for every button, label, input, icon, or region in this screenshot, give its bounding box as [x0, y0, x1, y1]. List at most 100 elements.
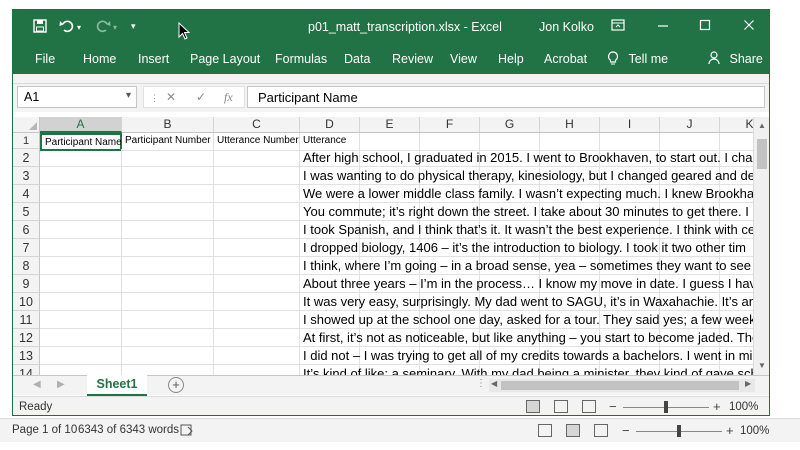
table-cell[interactable]: [214, 167, 300, 185]
tab-formulas[interactable]: Formulas: [275, 52, 327, 66]
tab-home[interactable]: Home: [83, 52, 116, 66]
utterance-cell[interactable]: After high school, I graduated in 2015. …: [300, 149, 753, 167]
utterance-cell[interactable]: It’s kind of like: a seminary. With my d…: [300, 365, 753, 375]
table-cell[interactable]: [40, 149, 122, 167]
vertical-scrollbar[interactable]: ▲ ▼: [753, 117, 769, 375]
formula-input[interactable]: Participant Name: [247, 86, 765, 108]
table-cell[interactable]: [40, 311, 122, 329]
proofing-icon[interactable]: [180, 423, 194, 440]
undo-dropdown-icon[interactable]: ▾: [77, 23, 81, 32]
ribbon-display-icon[interactable]: [608, 18, 628, 34]
table-cell[interactable]: [40, 329, 122, 347]
row-header[interactable]: 5: [13, 203, 40, 221]
cancel-entry-icon[interactable]: ✕: [166, 90, 176, 104]
table-cell[interactable]: [214, 221, 300, 239]
column-header-f[interactable]: F: [420, 117, 480, 133]
word-zoom-out-icon[interactable]: −: [622, 423, 630, 438]
zoom-level[interactable]: 100%: [729, 401, 758, 413]
table-cell[interactable]: [122, 311, 214, 329]
row-header[interactable]: 7: [13, 239, 40, 257]
close-icon[interactable]: [739, 18, 759, 34]
minimize-icon[interactable]: [653, 18, 673, 34]
utterance-cell[interactable]: I took Spanish, and I think that’s it. I…: [300, 221, 753, 239]
horizontal-scroll-thumb[interactable]: [501, 381, 739, 390]
split-handle-icon[interactable]: ⋮: [476, 378, 486, 389]
zoom-in-icon[interactable]: +: [713, 399, 721, 414]
column-header-b[interactable]: B: [122, 117, 214, 133]
table-cell[interactable]: [122, 167, 214, 185]
tab-page-layout[interactable]: Page Layout: [190, 52, 260, 66]
word-zoom-in-icon[interactable]: +: [726, 423, 734, 438]
table-cell[interactable]: [122, 203, 214, 221]
save-icon[interactable]: [33, 19, 47, 36]
maximize-icon[interactable]: [695, 18, 715, 34]
table-cell[interactable]: [214, 365, 300, 375]
vertical-scroll-thumb[interactable]: [757, 139, 767, 169]
name-box-dropdown-icon[interactable]: ▾: [126, 90, 131, 101]
row-header[interactable]: 4: [13, 185, 40, 203]
table-cell[interactable]: [122, 275, 214, 293]
tab-file[interactable]: File: [35, 52, 55, 66]
page-count[interactable]: Page 1 of 10: [12, 424, 77, 436]
word-zoom-slider-knob[interactable]: [677, 425, 681, 437]
table-cell[interactable]: [214, 347, 300, 365]
row-header[interactable]: 12: [13, 329, 40, 347]
table-cell[interactable]: [214, 293, 300, 311]
column-header-i[interactable]: I: [600, 117, 660, 133]
confirm-entry-icon[interactable]: ✓: [196, 90, 206, 104]
table-cell[interactable]: [122, 293, 214, 311]
table-cell[interactable]: [40, 257, 122, 275]
page-layout-view-icon[interactable]: [554, 400, 568, 413]
row-header[interactable]: 9: [13, 275, 40, 293]
user-name[interactable]: Jon Kolko: [539, 20, 594, 34]
utterance-cell[interactable]: I did not – I was trying to get all of m…: [300, 347, 752, 365]
zoom-slider-knob[interactable]: [664, 401, 668, 413]
table-cell[interactable]: [214, 257, 300, 275]
utterance-cell[interactable]: You commute; it’s right down the street.…: [300, 203, 749, 221]
row-header[interactable]: 10: [13, 293, 40, 311]
table-cell[interactable]: [40, 185, 122, 203]
column-header-g[interactable]: G: [480, 117, 540, 133]
table-cell[interactable]: [214, 329, 300, 347]
print-layout-icon[interactable]: [566, 424, 580, 437]
column-header-k[interactable]: K: [720, 117, 753, 133]
row-header[interactable]: 13: [13, 347, 40, 365]
insert-function-icon[interactable]: fx: [224, 90, 233, 105]
scroll-down-icon[interactable]: ▼: [758, 361, 766, 370]
table-cell[interactable]: [40, 293, 122, 311]
row-header[interactable]: 2: [13, 149, 40, 167]
row-header[interactable]: 14: [13, 365, 40, 375]
row-header[interactable]: 11: [13, 311, 40, 329]
column-header-d[interactable]: D: [300, 117, 360, 133]
table-cell[interactable]: [214, 185, 300, 203]
tab-view[interactable]: View: [450, 52, 477, 66]
name-box[interactable]: A1 ▾: [17, 86, 137, 108]
utterance-cell[interactable]: I think, where I’m going – in a broad se…: [300, 257, 753, 275]
redo-dropdown-icon[interactable]: ▾: [113, 23, 117, 32]
sheet-prev-icon[interactable]: ◀: [33, 379, 41, 390]
tell-me-search[interactable]: Tell me: [607, 51, 668, 66]
table-cell[interactable]: [214, 311, 300, 329]
utterance-cell[interactable]: It was very easy, surprisingly. My dad w…: [300, 293, 753, 311]
table-cell[interactable]: [214, 275, 300, 293]
utterance-cell[interactable]: I was wanting to do physical therapy, ki…: [300, 167, 753, 185]
tab-review[interactable]: Review: [392, 52, 433, 66]
utterance-cell[interactable]: At first, it’s not as noticeable, but li…: [300, 329, 753, 347]
tab-data[interactable]: Data: [344, 52, 370, 66]
redo-icon[interactable]: [95, 19, 111, 36]
sheet-tab-sheet1[interactable]: Sheet1: [87, 375, 147, 396]
table-cell[interactable]: [122, 365, 214, 375]
add-sheet-icon[interactable]: +: [168, 377, 184, 393]
normal-view-icon[interactable]: [526, 400, 540, 413]
table-cell[interactable]: [122, 185, 214, 203]
table-cell[interactable]: [40, 239, 122, 257]
scroll-right-icon[interactable]: ▶: [745, 379, 751, 388]
table-cell[interactable]: [214, 149, 300, 167]
word-zoom-level[interactable]: 100%: [740, 425, 769, 437]
table-cell[interactable]: [122, 221, 214, 239]
column-header-a[interactable]: A: [40, 117, 122, 133]
table-cell[interactable]: [40, 167, 122, 185]
table-cell[interactable]: [40, 275, 122, 293]
table-cell[interactable]: [40, 347, 122, 365]
share-button[interactable]: Share: [708, 51, 763, 66]
